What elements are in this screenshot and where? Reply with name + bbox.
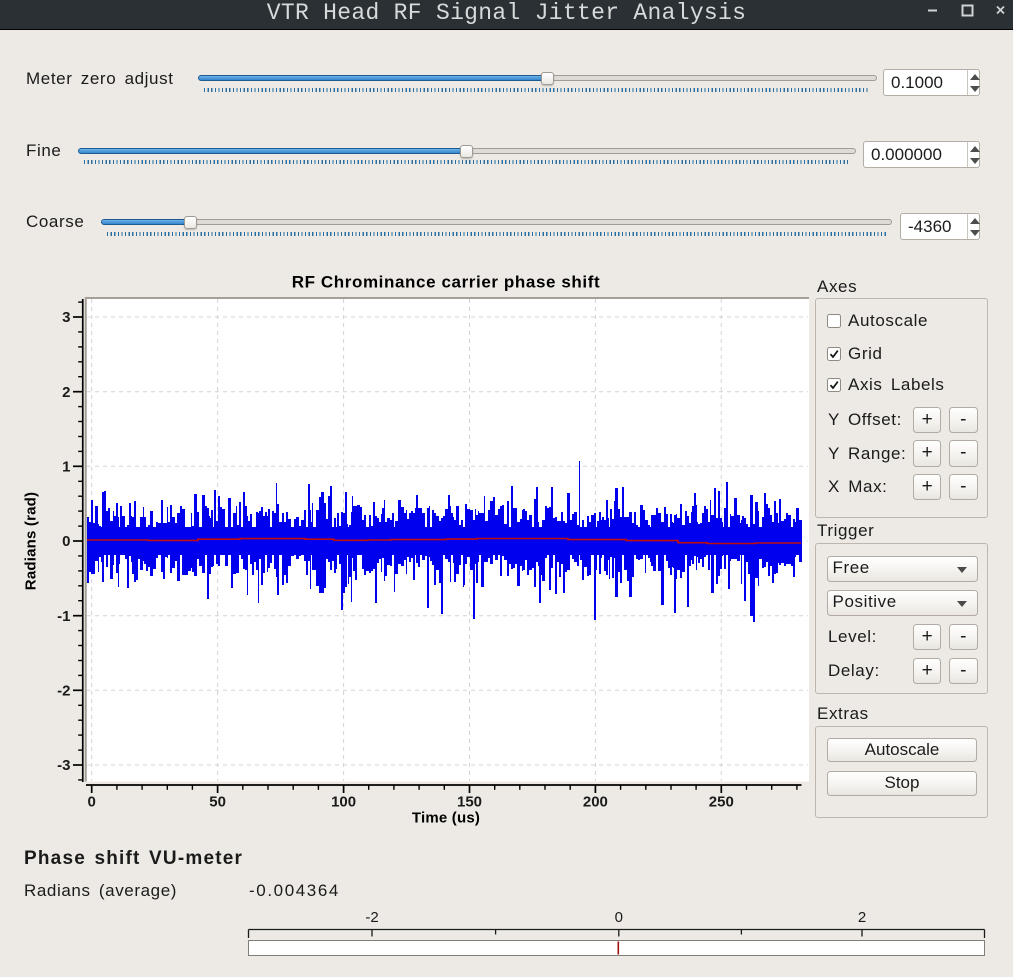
svg-text:-2: -2 (57, 683, 70, 700)
svg-text:Time (us): Time (us) (412, 810, 480, 827)
svg-text:3: 3 (62, 309, 70, 326)
svg-text:0: 0 (615, 909, 623, 926)
svg-text:200: 200 (583, 794, 608, 811)
svg-text:0: 0 (62, 533, 70, 550)
svg-text:250: 250 (709, 794, 734, 811)
svg-text:100: 100 (331, 794, 356, 811)
svg-text:-1: -1 (57, 608, 70, 625)
svg-text:RF Chrominance carrier phase s: RF Chrominance carrier phase shift (292, 273, 601, 292)
svg-text:2: 2 (858, 909, 866, 926)
svg-text:-3: -3 (57, 757, 70, 774)
svg-text:150: 150 (457, 794, 482, 811)
svg-text:2: 2 (62, 384, 70, 401)
svg-text:50: 50 (209, 794, 226, 811)
svg-text:1: 1 (62, 459, 70, 476)
svg-text:Radians (rad): Radians (rad) (23, 492, 40, 590)
svg-text:0: 0 (88, 794, 96, 811)
svg-text:-2: -2 (365, 909, 378, 926)
